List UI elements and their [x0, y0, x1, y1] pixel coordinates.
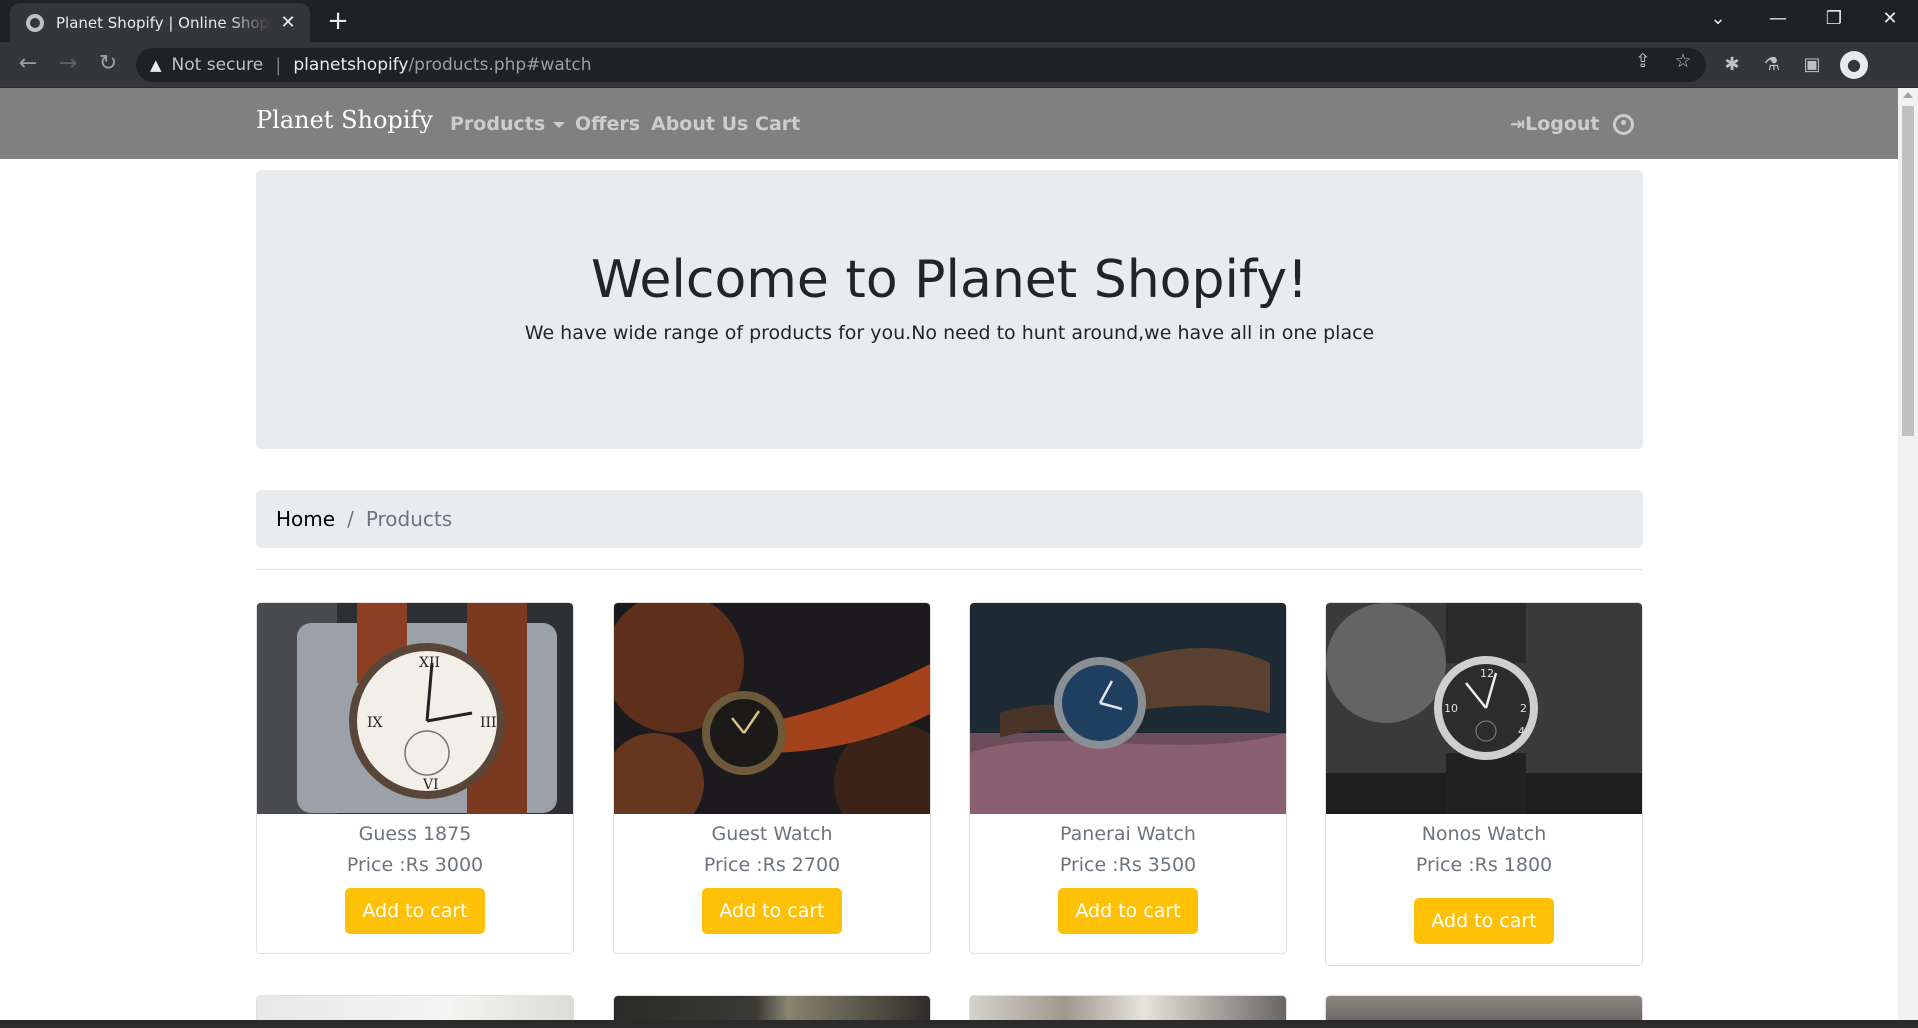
- hero-subtitle: We have wide range of products for you.N…: [524, 322, 1375, 344]
- restore-button[interactable]: ❐: [1806, 0, 1862, 40]
- labs-flask-icon[interactable]: ⚗: [1757, 50, 1787, 80]
- reload-icon[interactable]: ↻: [92, 49, 124, 81]
- product-name: Nonos Watch: [1421, 823, 1547, 845]
- browser-toolbar: ← → ↻ ▲ Not secure | planetshopify /prod…: [0, 42, 1918, 88]
- product-price: Price :Rs 1800: [1415, 854, 1553, 876]
- profile-avatar-icon[interactable]: ●: [1840, 51, 1868, 79]
- product-name: Guess 1875: [358, 823, 472, 845]
- bottom-edge: [0, 1020, 1918, 1028]
- breadcrumb: Home / Products: [256, 490, 1643, 548]
- svg-text:10: 10: [1444, 702, 1458, 715]
- add-to-cart-button[interactable]: Add to cart: [702, 888, 842, 934]
- back-icon[interactable]: ←: [12, 49, 44, 81]
- caret-down-icon: [553, 121, 566, 128]
- breadcrumb-current: Products: [365, 507, 453, 531]
- page-viewport: Planet Shopify Products Offers About Us …: [0, 88, 1918, 1028]
- url-path: /products.php#watch: [408, 55, 592, 75]
- extensions-icon[interactable]: ✱: [1717, 50, 1747, 80]
- nav-offers[interactable]: Offers: [575, 113, 640, 135]
- svg-text:4: 4: [1518, 725, 1525, 738]
- tab-title: Planet Shopify | Online Shopping: [56, 13, 270, 32]
- product-name: Panerai Watch: [1060, 823, 1196, 845]
- nav-logout[interactable]: ⇥Logout: [1510, 113, 1600, 135]
- product-card: Panerai Watch Price :Rs 3500 Add to cart: [969, 602, 1287, 954]
- warning-icon[interactable]: ▲: [150, 56, 162, 74]
- url-host: planetshopify: [293, 55, 409, 75]
- product-image-nonos-watch[interactable]: 12 10 2 4: [1326, 603, 1642, 814]
- browser-tab[interactable]: Planet Shopify | Online Shopping ✕: [10, 3, 310, 42]
- add-to-cart-button[interactable]: Add to cart: [1414, 898, 1554, 944]
- svg-text:12: 12: [1480, 667, 1494, 680]
- add-to-cart-button[interactable]: Add to cart: [1058, 888, 1198, 934]
- omnibox-separator: |: [275, 54, 282, 76]
- product-name: Guest Watch: [711, 823, 833, 845]
- product-card: XII III VI IX Guess 1875 Price :Rs 3000 Ad…: [256, 602, 574, 954]
- user-account-icon[interactable]: [1613, 114, 1634, 135]
- logout-icon: ⇥: [1510, 114, 1526, 135]
- breadcrumb-home[interactable]: Home: [276, 507, 335, 531]
- nav-about-us[interactable]: About Us: [651, 113, 748, 135]
- product-price: Price :Rs 3500: [1059, 854, 1197, 876]
- brand-logo[interactable]: Planet Shopify: [256, 106, 433, 134]
- product-image-panerai-watch[interactable]: [970, 603, 1286, 814]
- product-price: Price :Rs 2700: [703, 854, 841, 876]
- divider: [256, 569, 1643, 570]
- product-price: Price :Rs 3000: [346, 854, 484, 876]
- browser-tab-strip: Planet Shopify | Online Shopping ✕ + ⌄ —…: [0, 0, 1918, 42]
- close-window-button[interactable]: ✕: [1862, 0, 1918, 40]
- nav-products-label: Products: [450, 113, 546, 135]
- product-image-guest-watch[interactable]: [614, 603, 930, 814]
- tab-close-icon[interactable]: ✕: [278, 12, 298, 33]
- tab-search-icon[interactable]: ⌄: [1690, 0, 1746, 40]
- nav-products-dropdown[interactable]: Products: [450, 113, 566, 135]
- side-panel-icon[interactable]: ▣: [1797, 50, 1827, 80]
- forward-icon[interactable]: →: [52, 49, 84, 81]
- nav-logout-label: Logout: [1525, 113, 1600, 135]
- breadcrumb-separator: /: [347, 507, 354, 531]
- hero-jumbotron: Welcome to Planet Shopify! We have wide …: [256, 170, 1643, 449]
- address-bar[interactable]: ▲ Not secure | planetshopify /products.p…: [136, 48, 1706, 82]
- share-icon[interactable]: ⇪: [1630, 50, 1656, 72]
- new-tab-button[interactable]: +: [322, 6, 354, 38]
- svg-text:2: 2: [1520, 702, 1527, 715]
- svg-text:XII: XII: [419, 655, 440, 671]
- bookmark-star-icon[interactable]: ☆: [1670, 50, 1696, 72]
- scrollbar-thumb[interactable]: [1902, 106, 1914, 436]
- svg-text:III: III: [480, 715, 497, 731]
- minimize-button[interactable]: —: [1750, 0, 1806, 40]
- product-image-guess-watch[interactable]: XII III VI IX: [257, 603, 573, 814]
- nav-cart[interactable]: Cart: [755, 113, 800, 135]
- svg-text:VI: VI: [422, 777, 439, 793]
- svg-text:IX: IX: [367, 715, 383, 731]
- site-navbar: Planet Shopify Products Offers About Us …: [0, 88, 1898, 159]
- product-card: Guest Watch Price :Rs 2700 Add to cart: [613, 602, 931, 954]
- security-label[interactable]: Not secure: [172, 55, 264, 75]
- hero-title: Welcome to Planet Shopify!: [591, 250, 1308, 310]
- product-card: 12 10 2 4 Nonos Watch Price :Rs 1800 Add to…: [1325, 602, 1643, 966]
- globe-icon: [26, 13, 44, 32]
- add-to-cart-button[interactable]: Add to cart: [345, 888, 485, 934]
- scroll-up-arrow-icon[interactable]: [1903, 92, 1913, 98]
- page-scrollbar[interactable]: [1898, 88, 1918, 1020]
